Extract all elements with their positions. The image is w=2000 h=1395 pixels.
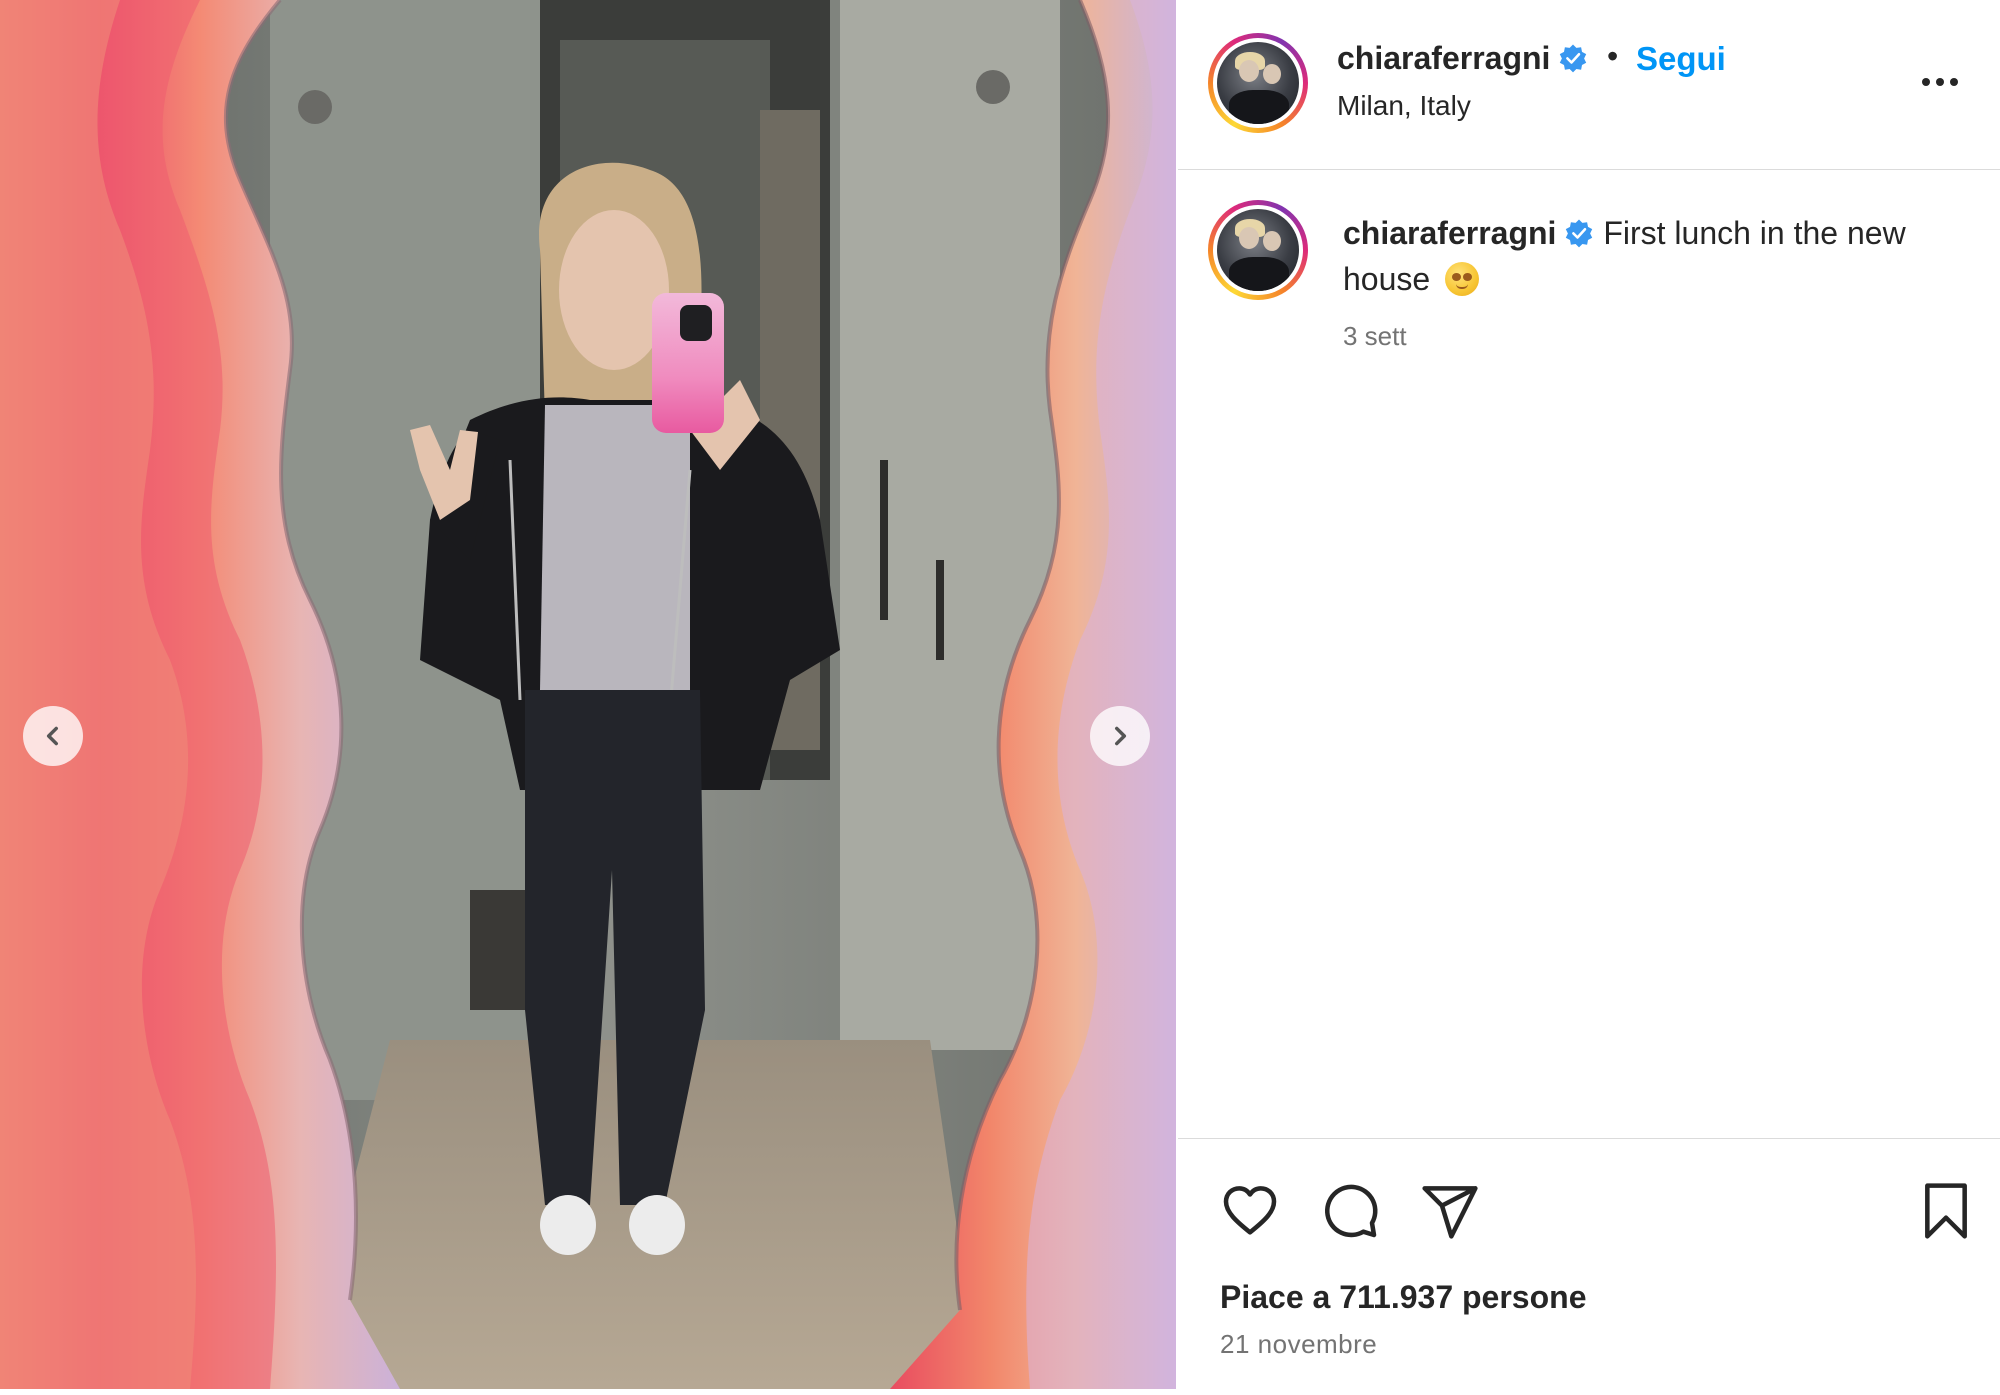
likes-count[interactable]: Piace a 711.937 persone <box>1220 1279 1586 1316</box>
bookmark-icon <box>1925 1183 1967 1239</box>
chevron-left-icon <box>46 726 58 746</box>
post-date[interactable]: 21 novembre <box>1220 1329 1377 1360</box>
caption-username[interactable]: chiaraferragni <box>1343 215 1556 251</box>
follow-button[interactable]: Segui <box>1636 40 1726 78</box>
pleading-face-emoji-icon <box>1445 262 1480 296</box>
more-options-button[interactable] <box>1910 60 1970 100</box>
next-photo-button[interactable] <box>1090 706 1150 766</box>
post-location[interactable]: Milan, Italy <box>1337 90 1471 122</box>
post-media[interactable] <box>0 0 1176 1389</box>
post-photo <box>0 0 1176 1389</box>
post-sidebar: chiaraferragni • Segui Milan, Italy chia… <box>1178 0 2000 1395</box>
author-username-text[interactable]: chiaraferragni <box>1337 40 1550 76</box>
more-options-icon <box>1922 78 1958 86</box>
paper-plane-icon <box>1422 1186 1478 1239</box>
caption-time-ago[interactable]: 3 sett <box>1343 321 1407 352</box>
comment-icon <box>1325 1184 1378 1238</box>
caption-text: chiaraferragni First lunch in the new ho… <box>1343 210 1963 302</box>
avatar[interactable] <box>1208 33 1308 133</box>
save-button[interactable] <box>1914 1179 1978 1243</box>
instagram-post: chiaraferragni • Segui Milan, Italy chia… <box>0 0 2000 1395</box>
post-header: chiaraferragni • Segui Milan, Italy <box>1178 0 2000 170</box>
previous-photo-button[interactable] <box>23 706 83 766</box>
author-username[interactable]: chiaraferragni <box>1337 40 1588 77</box>
action-bar: Piace a 711.937 persone 21 novembre <box>1178 1138 2000 1395</box>
share-button[interactable] <box>1418 1179 1482 1243</box>
verified-badge-icon <box>1560 44 1587 73</box>
verified-badge-icon <box>1566 219 1593 248</box>
separator-dot: • <box>1607 38 1619 74</box>
comment-button[interactable] <box>1318 1179 1382 1243</box>
caption-avatar[interactable] <box>1208 200 1308 300</box>
chevron-right-icon <box>1115 726 1127 746</box>
heart-icon <box>1223 1186 1277 1235</box>
like-button[interactable] <box>1218 1179 1282 1243</box>
